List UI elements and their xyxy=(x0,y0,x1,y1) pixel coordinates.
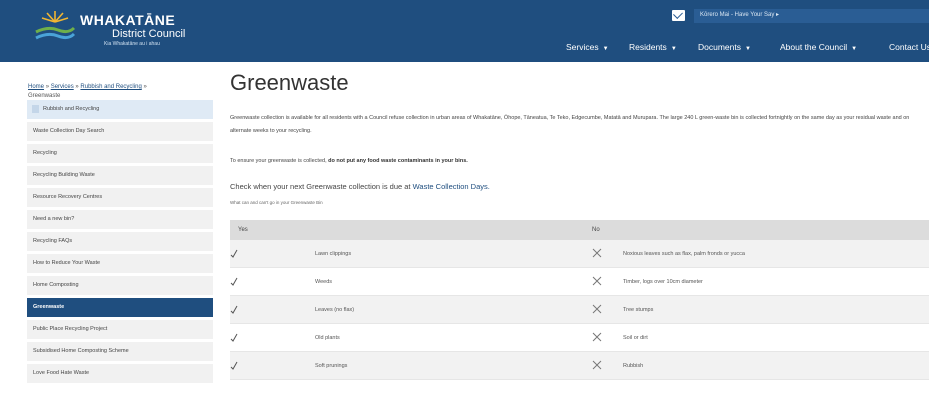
bin-icon xyxy=(32,105,39,113)
intro-paragraph: Greenwaste collection is available for a… xyxy=(230,115,910,134)
allowed-item: Weeds xyxy=(315,279,333,285)
breadcrumb: Home » Services » Rubbish and Recycling … xyxy=(28,83,213,101)
not-allowed-item: Noxious leaves such as flax, palm fronds… xyxy=(623,251,745,257)
sidebar-item-label: Recycling Building Waste xyxy=(33,172,95,178)
check-icon xyxy=(230,361,238,370)
chevron-down-icon: ▼ xyxy=(745,46,751,52)
sidebar-item-label: Home Composting xyxy=(33,282,79,288)
table-row: Soft prunings Rubbish xyxy=(230,352,929,380)
allowed-item: Soft prunings xyxy=(315,363,348,369)
sidebar-item-label: Recycling FAQs xyxy=(33,238,73,244)
breadcrumb-separator: » xyxy=(143,84,147,90)
table-header: Yes No xyxy=(230,220,929,240)
table-row: Lawn clippings Noxious leaves such as fl… xyxy=(230,240,929,268)
nav-label: Documents xyxy=(698,42,741,52)
sidebar-item-label: Need a new bin? xyxy=(33,216,75,222)
breadcrumb-separator: » xyxy=(45,84,50,90)
nav-contact[interactable]: Contact Us xyxy=(889,42,929,56)
sidebar-item-subsidised-composting[interactable]: Subsidised Home Composting Scheme xyxy=(27,342,213,361)
sidebar-item-love-food-hate-waste[interactable]: Love Food Hate Waste xyxy=(27,364,213,383)
sidebar-item-public-place-recycling[interactable]: Public Place Recycling Project xyxy=(27,320,213,339)
sidebar-item-label: How to Reduce Your Waste xyxy=(33,260,101,266)
table-caption: What can and can't go in your Greenwaste… xyxy=(230,200,323,205)
breadcrumb-current: Greenwaste xyxy=(28,93,61,99)
cross-icon xyxy=(592,304,602,314)
sidebar-item-new-bin[interactable]: Need a new bin? xyxy=(27,210,213,229)
not-allowed-item: Rubbish xyxy=(623,363,644,369)
site-header: WHAKATĀNE District Council Kia Whakatāne… xyxy=(0,0,929,62)
logo-title: WHAKATĀNE xyxy=(80,12,176,28)
sun-wave-logo-icon xyxy=(35,11,76,40)
check-icon xyxy=(230,333,238,342)
breadcrumb-separator: » xyxy=(75,84,79,90)
chevron-down-icon: ▼ xyxy=(670,46,677,52)
nav-label: Residents xyxy=(629,42,667,52)
sidebar-item-rubbish-recycling[interactable]: Rubbish and Recycling xyxy=(27,100,213,119)
nav-services[interactable]: Services ▼ xyxy=(566,42,609,56)
sidebar-item-label: Love Food Hate Waste xyxy=(33,370,90,376)
chevron-down-icon: ▼ xyxy=(851,46,858,52)
header-no: No xyxy=(592,227,600,233)
cross-icon xyxy=(592,332,602,342)
page-title: Greenwaste xyxy=(230,70,349,95)
allowed-item: Old plants xyxy=(315,335,340,341)
sidebar-item-label: Rubbish and Recycling xyxy=(43,106,100,112)
sidebar-item-reduce-waste[interactable]: How to Reduce Your Waste xyxy=(27,254,213,273)
breadcrumb-services[interactable]: Services xyxy=(51,84,74,90)
chevron-down-icon: ▼ xyxy=(602,46,609,52)
sidebar-item-greenwaste[interactable]: Greenwaste xyxy=(27,298,213,317)
sidebar-item-label: Resource Recovery Centres xyxy=(33,194,103,200)
sidebar-item-recovery-centres[interactable]: Resource Recovery Centres xyxy=(27,188,213,207)
sidebar-item-label: Greenwaste xyxy=(33,304,65,310)
sidebar-item-label: Public Place Recycling Project xyxy=(33,326,108,332)
cross-icon xyxy=(592,360,602,370)
table-row: Leaves (no flax) Tree stumps xyxy=(230,296,929,324)
breadcrumb-home[interactable]: Home xyxy=(28,84,44,90)
nav-label: Services xyxy=(566,42,599,52)
check-icon xyxy=(230,305,238,314)
breadcrumb-rubbish[interactable]: Rubbish and Recycling xyxy=(80,84,141,90)
table-row: Old plants Soil or dirt xyxy=(230,324,929,352)
not-allowed-item: Timber, logs over 10cm diameter xyxy=(623,279,703,285)
check-text: Check when your next Greenwaste collecti… xyxy=(230,182,413,191)
section-sidebar: Rubbish and Recycling Waste Collection D… xyxy=(27,100,213,386)
envelope-icon xyxy=(672,10,685,21)
sidebar-item-label: Recycling xyxy=(33,150,57,156)
sidebar-item-collection-day-search[interactable]: Waste Collection Day Search xyxy=(27,122,213,141)
check-icon xyxy=(230,249,238,258)
nav-about-council[interactable]: About the Council ▼ xyxy=(780,42,857,56)
cross-icon xyxy=(592,248,602,258)
sidebar-item-recycling-faqs[interactable]: Recycling FAQs xyxy=(27,232,213,251)
sidebar-item-label: Waste Collection Day Search xyxy=(33,128,105,134)
check-icon xyxy=(230,277,238,286)
contamination-notice: To ensure your greenwaste is collected, … xyxy=(230,155,929,168)
collection-day-line: Check when your next Greenwaste collecti… xyxy=(230,182,490,191)
waste-collection-days-link[interactable]: Waste Collection Days. xyxy=(413,182,490,191)
council-logo[interactable]: WHAKATĀNE District Council Kia Whakatāne… xyxy=(34,8,214,52)
header-yes: Yes xyxy=(238,227,248,233)
logo-subtitle: District Council xyxy=(112,28,186,40)
banner-text: Kōrero Mai - Have Your Say ▸ xyxy=(700,12,780,18)
sidebar-item-recycling[interactable]: Recycling xyxy=(27,144,213,163)
have-your-say-banner[interactable]: Kōrero Mai - Have Your Say ▸ xyxy=(672,9,929,23)
nav-label: About the Council xyxy=(780,42,848,52)
notice-bold-text: do not put any food waste contaminants i… xyxy=(328,158,468,164)
logo-tagline: Kia Whakatāne au i ahau xyxy=(104,41,160,47)
allowed-item: Leaves (no flax) xyxy=(315,307,355,313)
notice-text: To ensure your greenwaste is collected, xyxy=(230,158,329,164)
not-allowed-item: Tree stumps xyxy=(623,307,654,313)
not-allowed-item: Soil or dirt xyxy=(623,335,648,341)
allowed-item: Lawn clippings xyxy=(315,251,352,257)
nav-label: Contact Us xyxy=(889,42,929,52)
sidebar-item-label: Subsidised Home Composting Scheme xyxy=(33,348,129,354)
greenwaste-table: Yes No Lawn clippings Noxious leaves suc… xyxy=(230,220,929,380)
nav-documents[interactable]: Documents ▼ xyxy=(698,42,751,56)
table-row: Weeds Timber, logs over 10cm diameter xyxy=(230,268,929,296)
nav-residents[interactable]: Residents ▼ xyxy=(629,42,677,56)
sidebar-item-home-composting[interactable]: Home Composting xyxy=(27,276,213,295)
sidebar-item-building-waste[interactable]: Recycling Building Waste xyxy=(27,166,213,185)
cross-icon xyxy=(592,276,602,286)
